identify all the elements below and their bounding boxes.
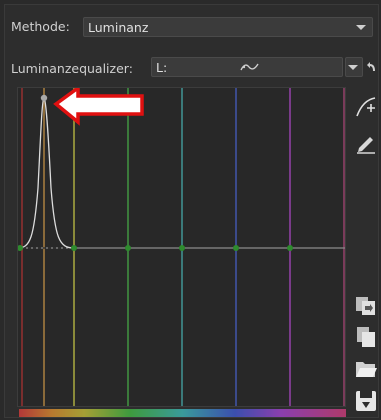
curve-node	[125, 245, 131, 251]
wave-icon	[240, 63, 259, 71]
method-select[interactable]: Luminanz	[83, 17, 373, 37]
pencil-icon	[357, 137, 375, 154]
equalizer-panel: Methode: Luminanz Luminanzequalizer: L:	[4, 4, 379, 418]
curve-canvas[interactable]	[17, 84, 345, 406]
equalizer-graph[interactable]	[17, 84, 346, 407]
chevron-down-icon	[356, 25, 366, 30]
chevron-down-icon	[348, 65, 358, 70]
curve-node	[179, 245, 185, 251]
curve-node	[71, 245, 77, 251]
curve-node-peak	[40, 94, 48, 102]
save-button[interactable]	[352, 387, 380, 415]
folder-open-icon	[356, 362, 377, 377]
luminance-colorbar	[19, 409, 346, 417]
pencil-button[interactable]	[352, 129, 380, 157]
curve-node	[233, 245, 239, 251]
curve-node	[287, 245, 293, 251]
method-value: Luminanz	[88, 19, 149, 35]
equalizer-dropdown-button[interactable]	[345, 57, 363, 77]
equalizer-channel: L:	[156, 59, 168, 75]
equalizer-curve-select[interactable]: L:	[151, 57, 343, 77]
save-icon	[356, 391, 376, 411]
reset-icon[interactable]	[367, 61, 377, 73]
equalizer-label: Luminanzequalizer:	[11, 61, 133, 76]
method-label: Methode:	[11, 19, 70, 34]
paste-button[interactable]	[352, 323, 380, 351]
curve-edit-icon	[356, 97, 376, 117]
paste-icon	[357, 327, 375, 347]
open-button[interactable]	[352, 355, 380, 383]
copy-icon	[356, 297, 375, 315]
annotation-arrow-icon	[53, 84, 144, 126]
curve-edit-button[interactable]	[352, 93, 380, 121]
luminance-curve	[17, 97, 75, 249]
copy-button[interactable]	[352, 291, 380, 319]
